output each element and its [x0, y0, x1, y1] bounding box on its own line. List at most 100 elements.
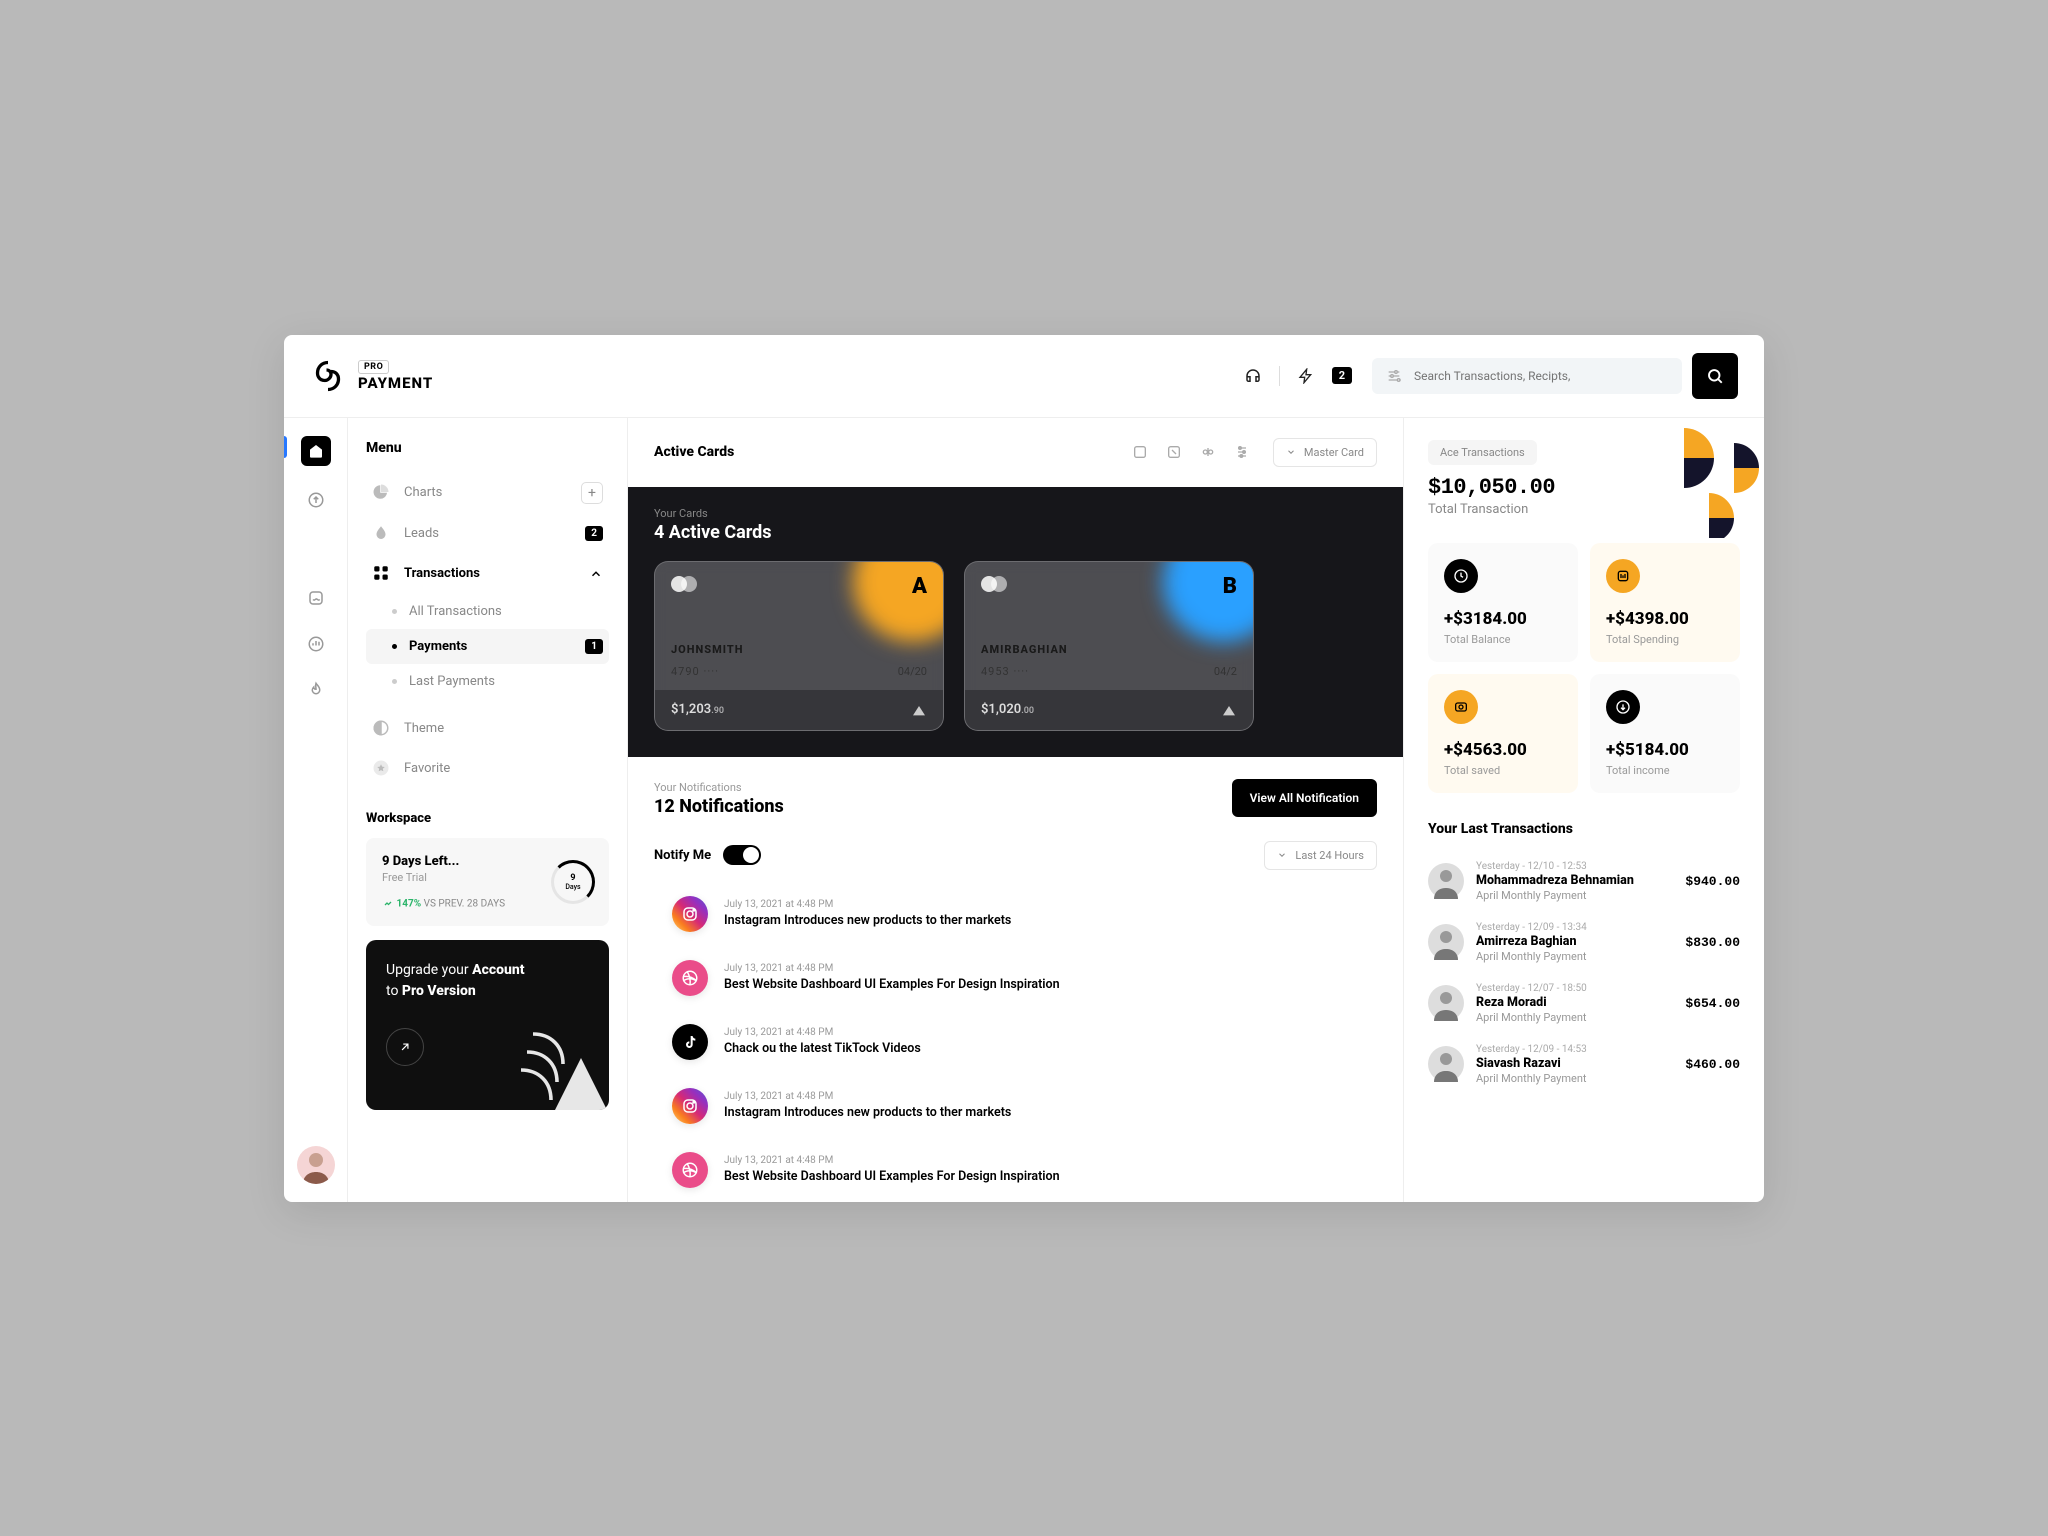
notification-time: July 13, 2021 at 4:48 PM: [724, 899, 1011, 910]
stat-value: +$4563.00: [1444, 740, 1562, 760]
transaction-item[interactable]: Yesterday - 12/09 - 14:53 Siavash Razavi…: [1428, 1034, 1740, 1095]
card-balance: $1,020.00: [981, 702, 1034, 717]
right-panel: Ace Transactions $10,050.00 Total Transa…: [1404, 418, 1764, 1202]
header: PRO PAYMENT 2: [284, 335, 1764, 418]
sidebar-item-theme[interactable]: Theme: [366, 709, 609, 749]
sliders-icon: [1386, 368, 1402, 384]
center-panel: Active Cards Master Card Your Cards 4 Ac…: [628, 418, 1404, 1202]
stat-icon: [1444, 690, 1478, 724]
sidebar-item-favorite[interactable]: Favorite: [366, 749, 609, 789]
notification-text: Best Website Dashboard UI Examples For D…: [724, 1169, 1060, 1184]
tx-amount: $830.00: [1685, 935, 1740, 950]
sliders-h-icon[interactable]: [1197, 441, 1219, 463]
search-button[interactable]: [1692, 353, 1738, 399]
search-bar[interactable]: [1372, 358, 1682, 394]
sidebar-sub-all-transactions[interactable]: All Transactions: [366, 594, 609, 629]
arrow-icon[interactable]: [386, 1028, 424, 1066]
menu-title: Menu: [366, 440, 609, 456]
rail-upload-icon[interactable]: [304, 488, 328, 512]
rail-home-icon[interactable]: [301, 436, 331, 466]
notification-text: Chack ou the latest TikTock Videos: [724, 1041, 921, 1056]
notification-item[interactable]: July 13, 2021 at 4:48 PM Chack ou the la…: [646, 1010, 1385, 1074]
cards-count-title: 4 Active Cards: [654, 522, 1377, 543]
decor-icon: [509, 1010, 609, 1110]
stat-icon: [1606, 559, 1640, 593]
mountain-icon: [911, 702, 927, 718]
notification-time: July 13, 2021 at 4:48 PM: [724, 963, 1060, 974]
avatar: [1428, 924, 1464, 960]
stat-label: Total Spending: [1606, 633, 1724, 646]
stat-value: +$3184.00: [1444, 609, 1562, 629]
active-cards-title: Active Cards: [654, 444, 1117, 460]
notification-time: July 13, 2021 at 4:48 PM: [724, 1027, 921, 1038]
tx-desc: April Monthly Payment: [1476, 889, 1673, 902]
headset-icon[interactable]: [1243, 366, 1263, 386]
rail-avatar[interactable]: [297, 1146, 335, 1184]
card-expiry: 04/2: [1214, 665, 1237, 678]
stat-value: +$5184.00: [1606, 740, 1724, 760]
avatar: [1428, 985, 1464, 1021]
notification-item[interactable]: July 13, 2021 at 4:48 PM Best Website Da…: [646, 1138, 1385, 1202]
notification-item[interactable]: July 13, 2021 at 4:48 PM Instagram Intro…: [646, 1074, 1385, 1138]
sidebar-sub-last-payments[interactable]: Last Payments: [366, 664, 609, 699]
cards-panel: Your Cards 4 Active Cards A JOHNSMITH 47…: [628, 487, 1403, 757]
payment-card[interactable]: A JOHNSMITH 4790 ···· 04/20 $1,203.90: [654, 561, 944, 731]
plus-icon[interactable]: +: [581, 482, 603, 504]
mountain-icon: [1221, 702, 1237, 718]
sidebar-item-charts[interactable]: Charts +: [366, 472, 609, 514]
ig-icon: [672, 896, 708, 932]
avatar: [1428, 863, 1464, 899]
sidebar-item-transactions[interactable]: Transactions: [366, 554, 609, 594]
pie-icon: [372, 483, 392, 503]
rail-chart-icon[interactable]: [304, 632, 328, 656]
app-window: PRO PAYMENT 2: [284, 335, 1764, 1202]
view-all-button[interactable]: View All Notification: [1232, 779, 1377, 817]
notification-item[interactable]: July 13, 2021 at 4:48 PM Instagram Intro…: [646, 882, 1385, 946]
chevron-up-icon: [589, 567, 603, 581]
card-type-dropdown[interactable]: Master Card: [1273, 438, 1377, 467]
cards-sub: Your Cards: [654, 507, 1377, 520]
avatar: [1428, 1046, 1464, 1082]
logo-icon: [310, 358, 346, 394]
sidebar: Menu Charts + Leads 2 Transactions All T…: [348, 418, 628, 1202]
notification-item[interactable]: July 13, 2021 at 4:48 PM Best Website Da…: [646, 946, 1385, 1010]
expand-icon[interactable]: [1129, 441, 1151, 463]
transaction-item[interactable]: Yesterday - 12/09 - 13:34 Amirreza Baghi…: [1428, 912, 1740, 973]
star-icon: [372, 759, 392, 779]
notify-toggle[interactable]: [723, 845, 761, 865]
dr-icon: [672, 960, 708, 996]
notification-badge: 2: [1332, 367, 1352, 384]
transaction-item[interactable]: Yesterday - 12/07 - 18:50 Reza Moradi Ap…: [1428, 973, 1740, 1034]
card-letter: B: [1223, 574, 1237, 599]
transaction-item[interactable]: Yesterday - 12/10 - 12:53 Mohammadreza B…: [1428, 851, 1740, 912]
sidebar-item-leads[interactable]: Leads 2: [366, 514, 609, 554]
tune-icon[interactable]: [1231, 441, 1253, 463]
header-icons: 2: [1243, 366, 1352, 386]
payment-card[interactable]: B AMIRBAGHIAN 4953 ···· 04/2 $1,020.00: [964, 561, 1254, 731]
card-expiry: 04/20: [898, 665, 927, 678]
tx-time: Yesterday - 12/07 - 18:50: [1476, 983, 1673, 994]
tx-amount: $460.00: [1685, 1057, 1740, 1072]
ace-pill: Ace Transactions: [1428, 440, 1537, 465]
rail-waves-icon[interactable]: [304, 586, 328, 610]
card-number: 4790 ····: [671, 665, 719, 678]
card-letter: A: [912, 574, 927, 599]
bolt-icon[interactable]: [1296, 366, 1316, 386]
time-filter-dropdown[interactable]: Last 24 Hours: [1264, 841, 1377, 870]
notification-time: July 13, 2021 at 4:48 PM: [724, 1091, 1011, 1102]
upgrade-text: Upgrade your Accountto Pro Version: [386, 960, 589, 1002]
sidebar-sub-payments[interactable]: Payments1: [366, 629, 609, 664]
card-holder: AMIRBAGHIAN: [981, 643, 1068, 656]
upgrade-card[interactable]: Upgrade your Accountto Pro Version: [366, 940, 609, 1110]
logo-area: PRO PAYMENT: [310, 358, 433, 394]
fullscreen-icon[interactable]: [1163, 441, 1185, 463]
search-input[interactable]: [1414, 369, 1668, 383]
stat-card: +$4398.00 Total Spending: [1590, 543, 1740, 662]
ace-sub: Total Transaction: [1428, 502, 1740, 517]
brand-name: PAYMENT: [358, 374, 433, 392]
rail-flame-icon[interactable]: [304, 678, 328, 702]
tx-name: Siavash Razavi: [1476, 1056, 1673, 1071]
stat-value: +$4398.00: [1606, 609, 1724, 629]
tx-desc: April Monthly Payment: [1476, 1072, 1673, 1085]
notification-text: Best Website Dashboard UI Examples For D…: [724, 977, 1060, 992]
